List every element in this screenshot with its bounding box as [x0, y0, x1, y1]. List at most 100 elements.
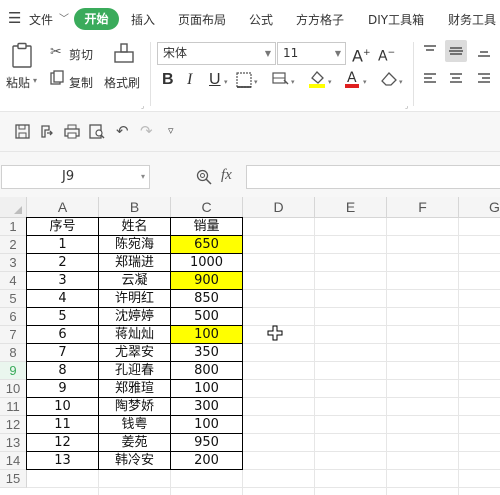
cell-no[interactable]: 10 — [27, 398, 98, 416]
align-center-icon[interactable] — [449, 72, 463, 86]
file-menu[interactable]: 文件 — [29, 11, 53, 28]
export-icon[interactable] — [39, 124, 54, 139]
cell-name[interactable]: 郑雅瑄 — [99, 380, 170, 398]
cell-sales[interactable]: 100 — [171, 326, 242, 344]
increase-font-size-icon[interactable]: A+ — [352, 44, 371, 65]
chevron-down-icon[interactable]: ﹀ — [59, 10, 69, 25]
row-header-10[interactable]: 10 — [0, 380, 27, 398]
cell-name[interactable]: 陈宛海 — [99, 236, 170, 254]
cut-button[interactable]: 剪切 — [69, 46, 93, 63]
align-top-icon[interactable] — [423, 44, 437, 58]
cell-sales[interactable]: 650 — [171, 236, 242, 254]
format-painter-button[interactable]: 格式刷 — [104, 74, 140, 91]
cell-sales[interactable]: 100 — [171, 380, 242, 398]
select-all-corner[interactable] — [0, 197, 27, 218]
align-left-icon[interactable] — [423, 72, 437, 86]
cell-sales[interactable]: 100 — [171, 416, 242, 434]
cell-no[interactable]: 9 — [27, 380, 98, 398]
paste-button[interactable]: 粘贴 — [6, 74, 30, 91]
print-preview-icon[interactable] — [89, 124, 105, 139]
cell-no[interactable]: 8 — [27, 362, 98, 380]
row-header-1[interactable]: 1 — [0, 218, 27, 236]
row-header-7[interactable]: 7 — [0, 326, 27, 344]
cell-no[interactable]: 2 — [27, 254, 98, 272]
row-header-8[interactable]: 8 — [0, 344, 27, 362]
cell-sales[interactable]: 200 — [171, 452, 242, 470]
cell-name[interactable]: 陶梦娇 — [99, 398, 170, 416]
row-header-4[interactable]: 4 — [0, 272, 27, 290]
column-header-g[interactable]: G — [459, 197, 500, 218]
cell-name[interactable]: 沈婷婷 — [99, 308, 170, 326]
header-cell-sales[interactable]: 销量 — [171, 218, 242, 236]
hamburger-menu-icon[interactable]: ☰ — [8, 10, 21, 26]
tab-page-layout[interactable]: 页面布局 — [178, 11, 226, 28]
cell-sales[interactable]: 950 — [171, 434, 242, 452]
cell-no[interactable]: 4 — [27, 290, 98, 308]
align-bottom-icon[interactable] — [477, 44, 491, 58]
align-middle-button[interactable] — [445, 40, 467, 62]
row-header-6[interactable]: 6 — [0, 308, 27, 326]
cell-name[interactable]: 郑瑞进 — [99, 254, 170, 272]
row-header-9[interactable]: 9 — [0, 362, 27, 380]
font-color-icon[interactable]: A — [344, 69, 360, 89]
redo-icon[interactable]: ↷ — [140, 123, 153, 139]
align-right-icon[interactable] — [477, 72, 491, 86]
copy-button[interactable]: 复制 — [69, 74, 93, 91]
cell-name[interactable]: 钱粤 — [99, 416, 170, 434]
italic-icon[interactable]: I — [187, 71, 192, 89]
insert-function-icon[interactable]: fx — [221, 167, 232, 184]
cell-no[interactable]: 13 — [27, 452, 98, 470]
tab-formula[interactable]: 公式 — [249, 11, 273, 28]
chevron-down-icon[interactable]: ▾ — [141, 166, 145, 188]
border-icon[interactable] — [236, 72, 252, 88]
column-header-e[interactable]: E — [315, 197, 387, 218]
fill-color-icon[interactable] — [308, 69, 326, 89]
undo-icon[interactable]: ↶ — [116, 123, 129, 139]
column-header-f[interactable]: F — [387, 197, 459, 218]
header-cell-name[interactable]: 姓名 — [99, 218, 170, 236]
tab-insert[interactable]: 插入 — [131, 11, 155, 28]
row-header-12[interactable]: 12 — [0, 416, 27, 434]
cell-style-dropdown-icon[interactable]: ▾ — [291, 78, 295, 86]
paste-dropdown-icon[interactable]: ▾ — [33, 76, 37, 85]
name-box[interactable]: J9 ▾ — [1, 165, 150, 189]
cell-name[interactable]: 姜苑 — [99, 434, 170, 452]
cell-name[interactable]: 孔迎春 — [99, 362, 170, 380]
cell-sales[interactable]: 1000 — [171, 254, 242, 272]
row-header-15[interactable]: 15 — [0, 470, 27, 488]
cell-no[interactable]: 7 — [27, 344, 98, 362]
paste-icon[interactable] — [10, 42, 36, 70]
row-header-14[interactable]: 14 — [0, 452, 27, 470]
font-size-select[interactable]: 11 ▼ — [277, 42, 346, 65]
header-cell-no[interactable]: 序号 — [27, 218, 98, 236]
cell-no[interactable]: 1 — [27, 236, 98, 254]
cell-name[interactable]: 许明红 — [99, 290, 170, 308]
save-icon[interactable] — [15, 124, 30, 139]
font-group-launcher-icon[interactable]: ⌟ — [405, 102, 408, 110]
row-header-2[interactable]: 2 — [0, 236, 27, 254]
cell-name[interactable]: 尤翠安 — [99, 344, 170, 362]
cell-no[interactable]: 5 — [27, 308, 98, 326]
tab-fangfang-grid[interactable]: 方方格子 — [296, 11, 344, 28]
row-header-11[interactable]: 11 — [0, 398, 27, 416]
cell-sales[interactable]: 500 — [171, 308, 242, 326]
cell-name[interactable]: 蒋灿灿 — [99, 326, 170, 344]
tab-home[interactable]: 开始 — [74, 8, 119, 30]
fill-color-dropdown-icon[interactable]: ▾ — [328, 78, 332, 86]
spreadsheet-grid[interactable]: ABCDEFG 1 2 3 4 5 6 7 8 9 10 11 12 13 14 15 序号 姓名 销量 1 陈宛海… — [0, 197, 500, 495]
clear-dropdown-icon[interactable]: ▾ — [399, 78, 403, 86]
cell-sales[interactable]: 300 — [171, 398, 242, 416]
row-header-13[interactable]: 13 — [0, 434, 27, 452]
customize-toolbar-icon[interactable]: ▿ — [168, 123, 174, 139]
column-header-c[interactable]: C — [171, 197, 243, 218]
cell-no[interactable]: 6 — [27, 326, 98, 344]
bold-icon[interactable]: B — [162, 71, 174, 89]
cell-no[interactable]: 12 — [27, 434, 98, 452]
eraser-icon[interactable] — [380, 71, 398, 87]
cell-sales[interactable]: 850 — [171, 290, 242, 308]
underline-icon[interactable]: U — [209, 71, 221, 89]
cell-no[interactable]: 11 — [27, 416, 98, 434]
cell-sales[interactable]: 800 — [171, 362, 242, 380]
font-name-select[interactable]: 宋体 ▼ — [157, 42, 276, 65]
tab-finance-tools[interactable]: 财务工具 — [448, 11, 496, 28]
